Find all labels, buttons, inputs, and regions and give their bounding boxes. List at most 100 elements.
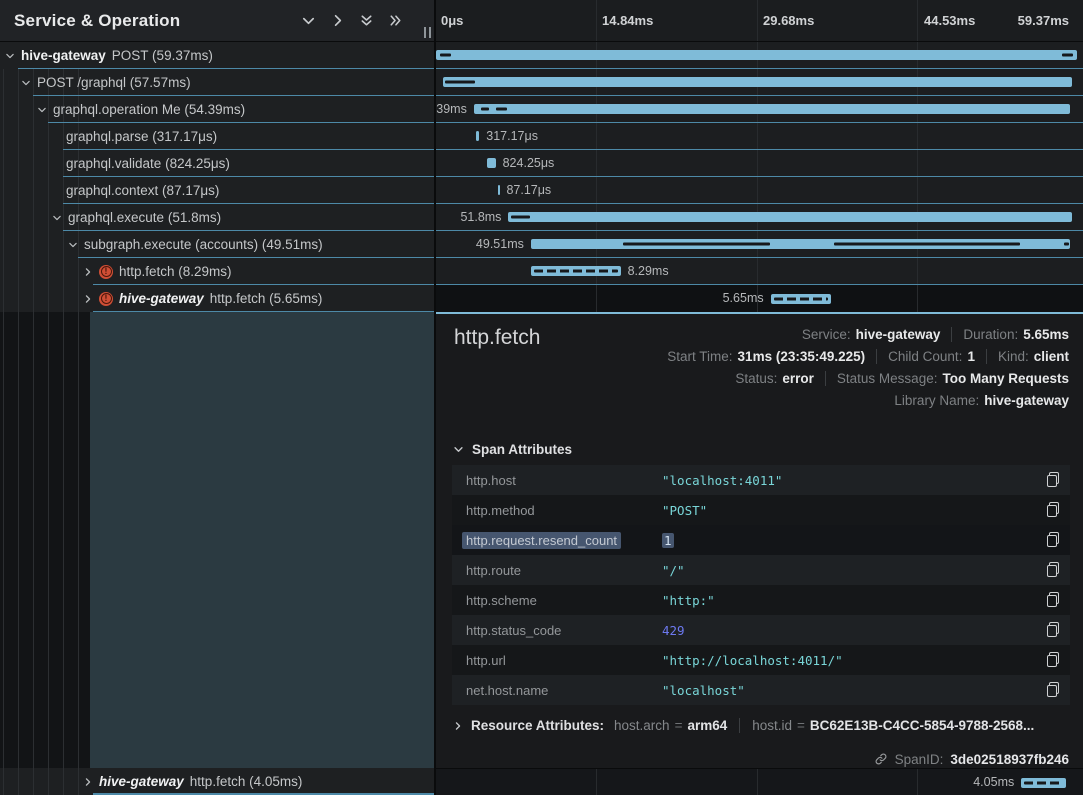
copy-icon[interactable] [1046,472,1060,488]
attribute-value: "/" [662,563,685,578]
attribute-key: http.method [466,503,535,518]
span-bar[interactable] [508,212,1071,222]
gridline [917,0,918,41]
tree-row[interactable]: hive-gatewayPOST (59.37ms) [0,42,434,69]
tree-row[interactable]: POST /graphql (57.57ms) [0,69,434,96]
duration-label: 51.8ms [460,204,501,230]
chevron-right-icon[interactable] [83,267,93,277]
timeline-row[interactable]: 51.8ms [436,204,1083,231]
attribute-row[interactable]: http.route"/" [452,555,1070,585]
copy-icon[interactable] [1046,682,1060,698]
attribute-row[interactable]: http.request.resend_count1 [452,525,1070,555]
span-bar[interactable] [436,50,1077,60]
chevron-down-icon[interactable] [295,9,321,33]
double-chevron-right-icon[interactable] [382,9,408,33]
tree-row[interactable]: graphql.execute (51.8ms) [0,204,434,231]
chevron-down-icon[interactable] [21,78,31,88]
chevron-down-icon[interactable] [52,213,62,223]
meta-label: Service: [802,327,851,342]
span-bar[interactable] [531,266,621,276]
timeline-row[interactable]: 5.65ms [436,285,1083,312]
timeline-row[interactable]: 317.17μs [436,123,1083,150]
timeline-row[interactable]: 87.17μs [436,177,1083,204]
tree-row-error[interactable]: hive-gatewayhttp.fetch (5.65ms) [0,285,434,312]
panel-resize-handle-icon[interactable] [421,26,433,39]
attribute-key-cell: net.host.name [452,683,662,698]
span-label: graphql.parse (317.17μs) [66,129,217,144]
tree-row[interactable]: subgraph.execute (accounts) (49.51ms) [0,231,434,258]
attribute-row[interactable]: net.host.name"localhost" [452,675,1070,705]
attribute-key: http.status_code [466,623,561,638]
tree-row[interactable]: graphql.parse (317.17μs) [0,123,434,150]
chevron-down-icon[interactable] [37,105,47,115]
tree-row[interactable]: graphql.validate (824.25μs) [0,150,434,177]
span-bar[interactable] [531,239,1070,249]
meta-value: client [1034,349,1069,364]
meta-label: Duration: [963,327,1018,342]
timeline-track: 57.57ms [436,69,1077,95]
span-label: POST /graphql (57.57ms) [37,75,191,90]
axis-tick: 29.68ms [763,0,814,41]
attribute-row[interactable]: http.method"POST" [452,495,1070,525]
span-bar[interactable] [771,294,832,304]
timeline-row[interactable]: 8.29ms [436,258,1083,285]
duration-label: 4.05ms [973,769,1014,795]
attribute-row[interactable]: http.status_code429 [452,615,1070,645]
copy-icon[interactable] [1046,562,1060,578]
timeline-track: 54.39ms [436,96,1077,122]
chevron-right-icon[interactable] [83,777,93,787]
link-icon[interactable] [874,752,888,766]
copy-icon[interactable] [1046,502,1060,518]
tree-rows: hive-gatewayPOST (59.37ms) POST /graphql … [0,42,434,312]
attribute-row[interactable]: http.host"localhost:4011" [452,465,1070,495]
attribute-row[interactable]: http.scheme"http:" [452,585,1070,615]
tree-row-error[interactable]: http.fetch (8.29ms) [0,258,434,285]
timeline-row[interactable]: 57.57ms [436,69,1083,96]
copy-icon[interactable] [1046,652,1060,668]
axis-tick: 44.53ms [924,0,975,41]
duration-label: 8.29ms [628,258,669,284]
attribute-row[interactable]: http.url"http://localhost:4011/" [452,645,1070,675]
tree-row[interactable]: hive-gatewayhttp.fetch (4.05ms) [0,768,434,795]
timeline-bottom-row[interactable]: 4.05ms [436,768,1083,795]
timeline-row[interactable]: 4.05ms [436,769,1083,795]
span-bar[interactable] [474,104,1070,114]
tree-row[interactable]: graphql.operation Me (54.39ms) [0,96,434,123]
gridline [757,769,758,795]
copy-icon[interactable] [1046,532,1060,548]
span-bar[interactable] [487,158,495,168]
copy-icon[interactable] [1046,592,1060,608]
span-bar[interactable] [443,77,1072,87]
span-bar[interactable] [498,185,500,195]
meta-divider [825,371,826,386]
gridline [596,285,597,312]
chevron-right-icon[interactable] [83,294,93,304]
span-meta: Service:hive-gatewayDuration:5.65msStart… [667,323,1069,411]
chevron-right-icon [453,721,463,731]
attribute-key: http.request.resend_count [462,532,621,549]
time-axis-track: 0μs14.84ms29.68ms44.53ms59.37ms [436,0,1077,41]
gridline [917,123,918,149]
timeline-row[interactable]: 54.39ms [436,96,1083,123]
chevron-down-icon[interactable] [68,240,78,250]
resource-attributes-row[interactable]: Resource Attributes: host.arch=arm64host… [453,718,1070,733]
chevron-right-icon[interactable] [324,9,350,33]
span-attributes-header[interactable]: Span Attributes [453,442,572,457]
meta-value: Too Many Requests [942,371,1069,386]
row-underline [93,311,434,312]
timeline-row[interactable] [436,42,1083,69]
span-label: http.fetch (5.65ms) [210,291,323,306]
chevron-down-icon[interactable] [5,51,15,61]
resource-attributes-title: Resource Attributes: [471,718,604,733]
timeline-track: 87.17μs [436,177,1077,203]
double-chevron-down-icon[interactable] [353,9,379,33]
chevron-down-icon [453,444,464,455]
panel-title: Service & Operation [14,11,295,31]
span-bar[interactable] [476,131,480,141]
timeline-row[interactable]: 824.25μs [436,150,1083,177]
copy-icon[interactable] [1046,622,1060,638]
gridline [596,769,597,795]
span-bar[interactable] [1021,778,1066,788]
timeline-row[interactable]: 49.51ms [436,231,1083,258]
tree-row[interactable]: graphql.context (87.17μs) [0,177,434,204]
